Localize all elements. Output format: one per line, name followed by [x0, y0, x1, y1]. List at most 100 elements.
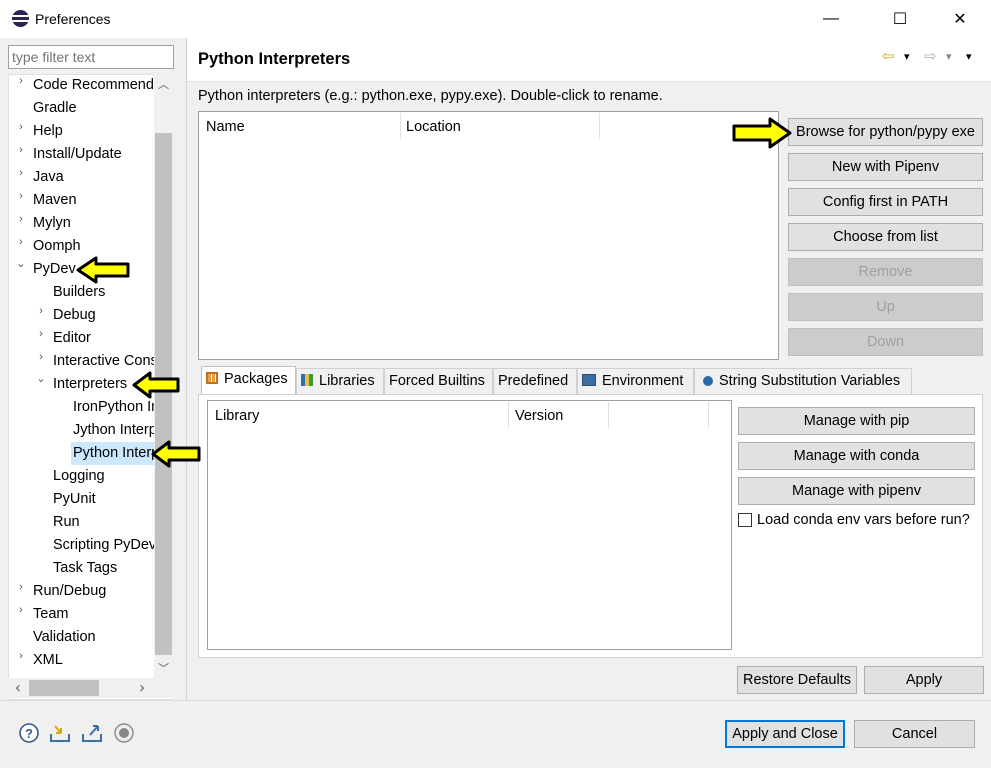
expand-arrow-icon[interactable]: › — [16, 604, 26, 616]
expand-arrow-icon[interactable]: › — [16, 190, 26, 202]
column-divider — [608, 402, 609, 428]
back-menu-icon[interactable]: ▾ — [904, 50, 910, 63]
load-conda-env-label[interactable]: Load conda env vars before run? — [757, 512, 970, 528]
tab-libraries[interactable]: Libraries — [296, 368, 384, 394]
tree-item-jython-interpreter[interactable]: Jython Interpreter — [73, 419, 154, 442]
tree-item-validation[interactable]: Validation — [33, 626, 96, 649]
back-icon[interactable]: ⇦ — [882, 47, 895, 65]
tree-horizontal-scroll-thumb[interactable] — [29, 680, 99, 696]
apply-button[interactable]: Apply — [864, 666, 984, 694]
tree-item-install-update[interactable]: Install/Update — [33, 143, 122, 166]
choose-from-list-button[interactable]: Choose from list — [788, 223, 983, 251]
tree-item-builders[interactable]: Builders — [53, 281, 105, 304]
tree-item-pyunit[interactable]: PyUnit — [53, 488, 96, 511]
minimize-button[interactable]: — — [808, 0, 854, 38]
library-table[interactable]: Library Version — [207, 400, 732, 650]
expand-arrow-icon[interactable]: › — [16, 236, 26, 248]
tree-item-mylyn[interactable]: Mylyn — [33, 212, 71, 235]
tree-item-oomph[interactable]: Oomph — [33, 235, 81, 258]
column-divider — [599, 113, 600, 139]
tab-predefined[interactable]: Predefined — [493, 368, 577, 394]
record-icon[interactable] — [113, 722, 135, 744]
export-icon[interactable] — [81, 722, 103, 744]
tree-item-editor[interactable]: Editor — [53, 327, 91, 350]
collapse-arrow-icon[interactable]: ⌄ — [16, 257, 26, 270]
expand-arrow-icon[interactable]: › — [36, 328, 46, 340]
tab-environment[interactable]: Environment — [577, 368, 694, 394]
tree-item-ironpython-interpreter[interactable]: IronPython Interpreter — [73, 396, 154, 419]
tree-item-gradle[interactable]: Gradle — [33, 97, 77, 120]
tree-item-debug[interactable]: Debug — [53, 304, 96, 327]
browse-python-button[interactable]: Browse for python/pypy exe — [788, 118, 983, 146]
choose-from-list-button-label: Choose from list — [833, 229, 938, 245]
scroll-up-icon[interactable]: ︿ — [155, 76, 172, 94]
column-header-name[interactable]: Name — [206, 119, 245, 135]
expand-arrow-icon[interactable]: › — [16, 581, 26, 593]
view-menu-icon[interactable]: ▾ — [966, 50, 972, 63]
down-button[interactable]: Down — [788, 328, 983, 356]
tree-item-interpreters[interactable]: Interpreters — [53, 373, 127, 396]
tree-item-xml[interactable]: XML — [33, 649, 63, 672]
new-with-pipenv-button[interactable]: New with Pipenv — [788, 153, 983, 181]
tree-item-logging[interactable]: Logging — [53, 465, 105, 488]
scroll-left-icon[interactable]: ‹ — [10, 679, 26, 697]
manage-with-conda-button-label: Manage with conda — [793, 448, 920, 464]
page-title: Python Interpreters — [198, 50, 351, 68]
collapse-arrow-icon[interactable]: ⌄ — [36, 372, 46, 385]
column-header-location[interactable]: Location — [406, 119, 461, 135]
annotation-arrow-icon — [151, 440, 201, 468]
column-header-library[interactable]: Library — [215, 408, 259, 424]
svg-text:?: ? — [25, 726, 33, 741]
expand-arrow-icon[interactable]: › — [16, 75, 26, 87]
manage-with-pipenv-button-label: Manage with pipenv — [792, 483, 921, 499]
forward-menu-icon[interactable]: ▾ — [946, 50, 952, 63]
tree-item-run-debug[interactable]: Run/Debug — [33, 580, 106, 603]
maximize-button[interactable]: ☐ — [877, 0, 923, 38]
tree-item-java[interactable]: Java — [33, 166, 64, 189]
filter-input[interactable] — [8, 45, 174, 69]
forward-icon[interactable]: ⇨ — [924, 47, 937, 65]
expand-arrow-icon[interactable]: › — [36, 305, 46, 317]
tab-packages[interactable]: Packages — [201, 366, 296, 395]
window-title: Preferences — [35, 11, 111, 27]
close-button[interactable]: ✕ — [937, 0, 983, 38]
tree-item-team[interactable]: Team — [33, 603, 68, 626]
expand-arrow-icon[interactable]: › — [36, 351, 46, 363]
expand-arrow-icon[interactable]: › — [16, 167, 26, 179]
manage-with-pipenv-button[interactable]: Manage with pipenv — [738, 477, 975, 505]
apply-button-label: Apply — [905, 672, 943, 688]
tree-item-scripting-pydev[interactable]: Scripting PyDev — [53, 534, 154, 557]
manage-with-pip-button-label: Manage with pip — [803, 413, 910, 429]
cancel-button[interactable]: Cancel — [854, 720, 975, 748]
scroll-right-icon[interactable]: › — [134, 679, 150, 697]
tab-string-substitution-variables[interactable]: String Substitution Variables — [694, 368, 912, 394]
expand-arrow-icon[interactable]: › — [16, 650, 26, 662]
tree-item-interactive-console[interactable]: Interactive Console — [53, 350, 154, 373]
manage-with-pip-button[interactable]: Manage with pip — [738, 407, 975, 435]
interpreters-table[interactable]: Name Location — [198, 111, 779, 360]
config-first-in-path-button[interactable]: Config first in PATH — [788, 188, 983, 216]
load-conda-env-checkbox[interactable] — [738, 513, 752, 527]
remove-button[interactable]: Remove — [788, 258, 983, 286]
tree-item-run[interactable]: Run — [53, 511, 80, 534]
tree-item-code-recommenders[interactable]: Code Recommenders — [33, 74, 154, 97]
apply-and-close-button[interactable]: Apply and Close — [725, 720, 845, 748]
scroll-down-icon[interactable]: ﹀ — [155, 660, 172, 678]
tree-item-python-interpreter[interactable]: Python Interpreter — [71, 442, 154, 465]
column-header-version[interactable]: Version — [515, 408, 563, 424]
expand-arrow-icon[interactable]: › — [16, 121, 26, 133]
import-icon[interactable] — [49, 722, 71, 744]
expand-arrow-icon[interactable]: › — [16, 213, 26, 225]
tab-forced-builtins[interactable]: Forced Builtins — [384, 368, 493, 394]
libraries-icon — [301, 374, 313, 386]
tree-item-task-tags[interactable]: Task Tags — [53, 557, 117, 580]
tree-item-maven[interactable]: Maven — [33, 189, 77, 212]
remove-button-label: Remove — [858, 264, 913, 280]
up-button[interactable]: Up — [788, 293, 983, 321]
restore-defaults-button[interactable]: Restore Defaults — [737, 666, 857, 694]
help-icon[interactable]: ? — [18, 722, 40, 744]
tree-item-pydev[interactable]: PyDev — [33, 258, 76, 281]
manage-with-conda-button[interactable]: Manage with conda — [738, 442, 975, 470]
tree-item-help[interactable]: Help — [33, 120, 63, 143]
expand-arrow-icon[interactable]: › — [16, 144, 26, 156]
